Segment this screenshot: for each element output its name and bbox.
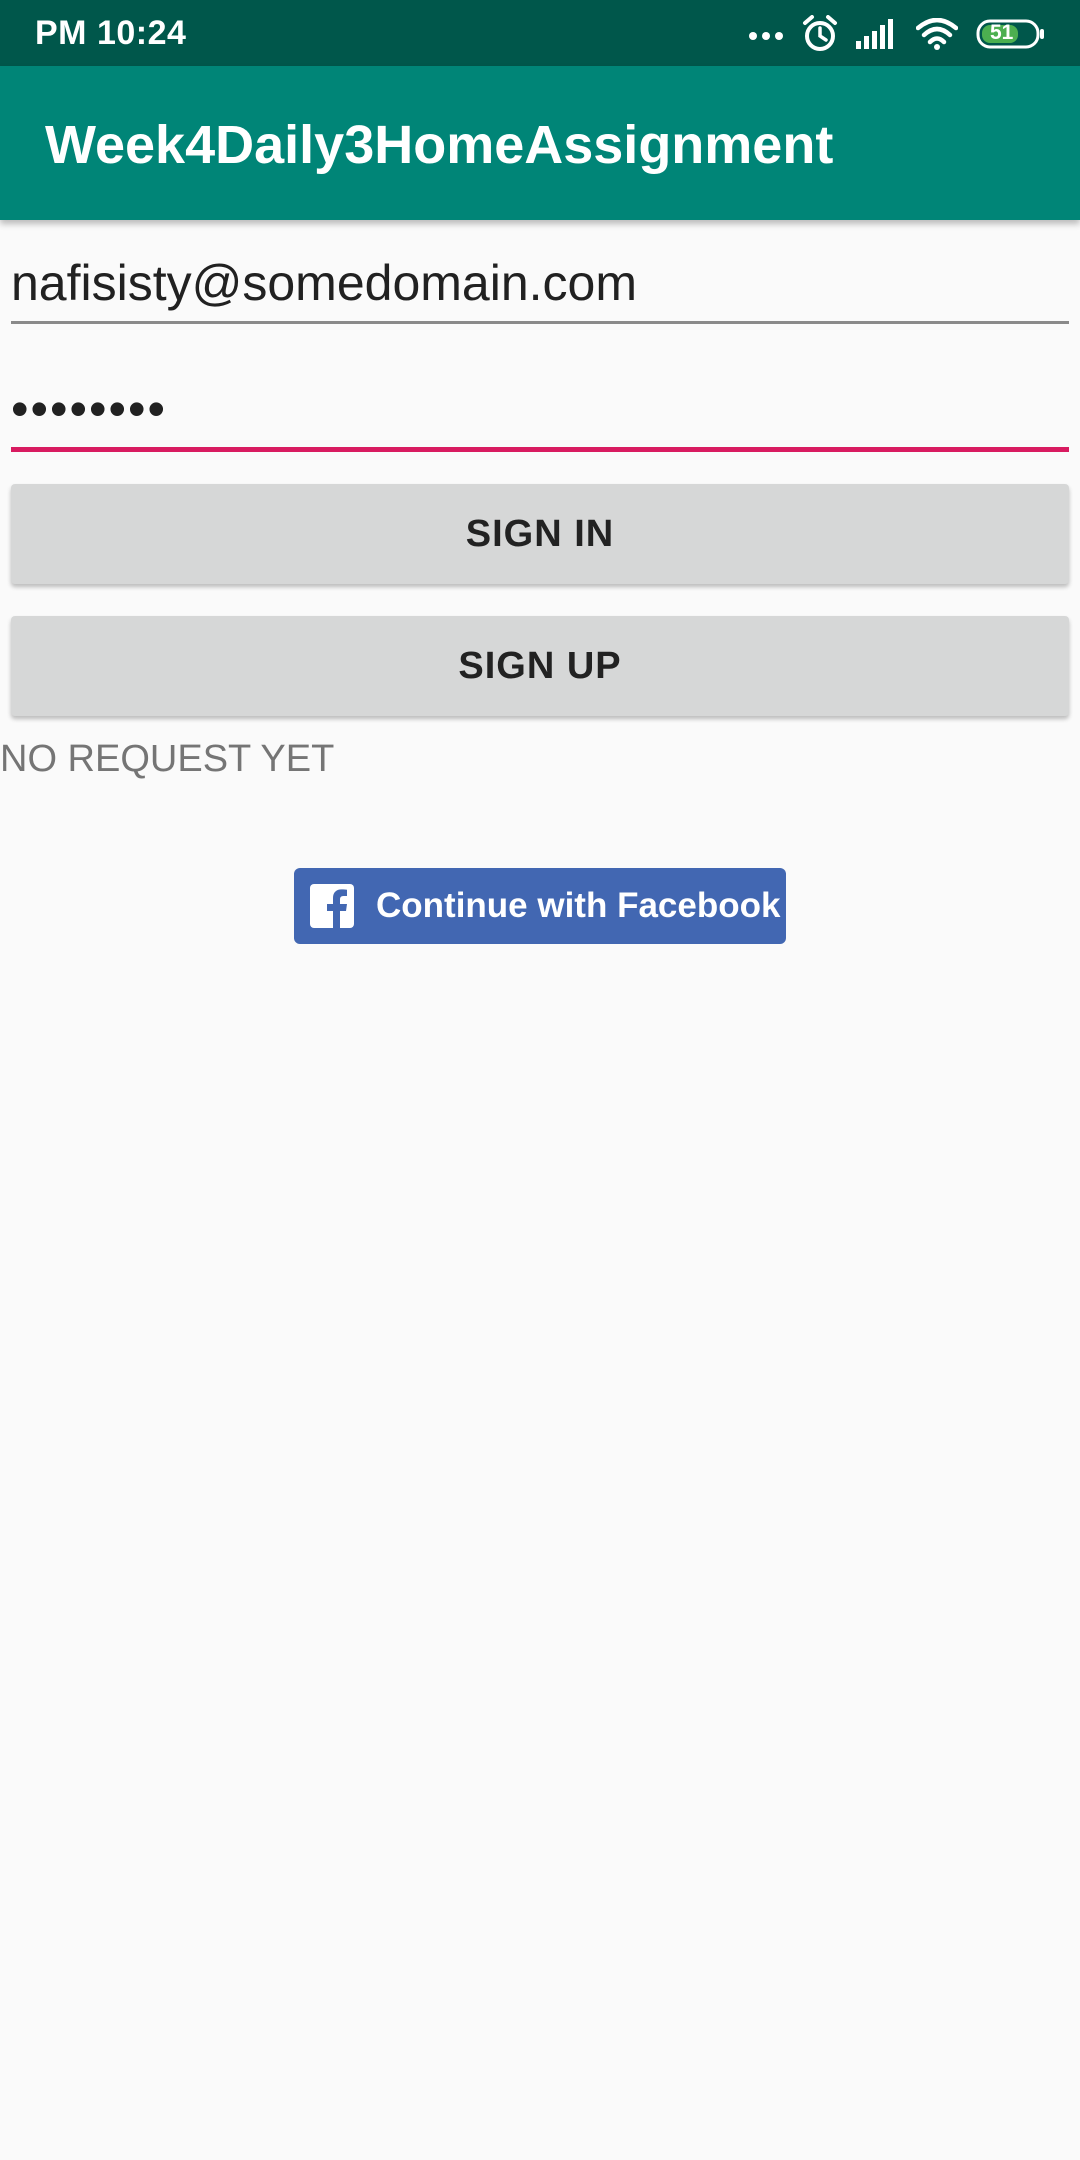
status-time: PM 10:24 (35, 14, 187, 52)
password-field[interactable] (11, 370, 1069, 447)
sign-in-button[interactable]: SIGN IN (11, 484, 1069, 584)
facebook-button-label: Continue with Facebook (376, 886, 781, 925)
password-field-container (11, 370, 1069, 452)
battery-level: 51 (990, 21, 1014, 44)
facebook-icon (310, 884, 354, 928)
email-field[interactable] (11, 245, 1069, 321)
request-status-text: NO REQUEST YET (0, 738, 335, 780)
sign-up-button[interactable]: SIGN UP (11, 616, 1069, 716)
status-bar: PM 10:24 51 (0, 0, 1080, 66)
status-icons: 51 (748, 12, 1046, 56)
alarm-icon (802, 15, 838, 53)
signal-icon (856, 19, 898, 49)
app-bar: Week4Daily3HomeAssignment (0, 66, 1080, 220)
more-dots-icon (748, 28, 784, 40)
facebook-login-button[interactable]: Continue with Facebook (294, 868, 786, 944)
wifi-icon (916, 18, 958, 50)
email-field-container (11, 245, 1069, 324)
app-title: Week4Daily3HomeAssignment (45, 115, 834, 175)
battery-icon: 51 (976, 18, 1046, 50)
